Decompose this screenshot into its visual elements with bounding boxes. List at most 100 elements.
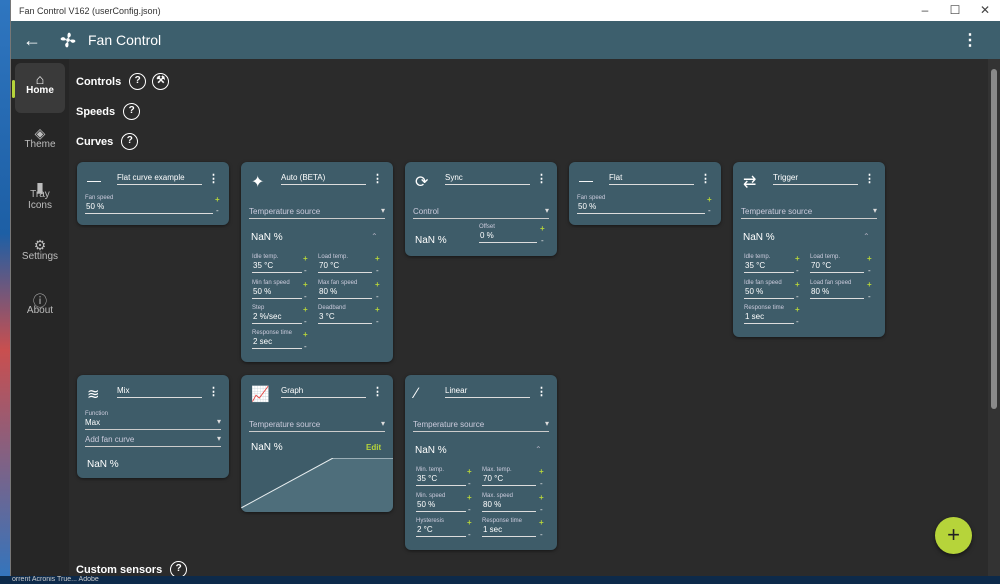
idle-fan-speed-field[interactable]: Idle fan speed 50 % [744,280,794,299]
curve-name-input[interactable]: Graph [281,386,366,398]
step-field[interactable]: Step 2 %/sec [252,305,302,324]
decrement-button[interactable]: - [216,206,219,215]
card-menu-icon[interactable]: ⋮ [864,172,875,185]
increment-button[interactable]: + [539,493,544,502]
scrollbar[interactable] [988,59,1000,576]
increment-button[interactable]: + [303,305,308,314]
decrement-button[interactable]: - [868,292,871,301]
offset-field[interactable]: Offset 0 % [479,224,537,243]
add-fan-curve-select[interactable]: Add fan curve [85,434,221,447]
decrement-button[interactable]: - [868,266,871,275]
load-temp-field[interactable]: Load temp. 70 °C [318,254,372,273]
idle-temp-field[interactable]: Idle temp. 35 °C [744,254,794,273]
increment-button[interactable]: + [467,518,472,527]
curve-name-input[interactable]: Flat [609,173,694,185]
increment-button[interactable]: + [795,254,800,263]
curve-name-input[interactable]: Flat curve example [117,173,202,185]
temperature-source-select[interactable]: Temperature source [741,206,877,219]
sidebar-item-tray-icons[interactable]: ▮ Tray Icons [15,171,65,225]
increment-button[interactable]: + [539,518,544,527]
increment-button[interactable]: + [707,195,712,204]
chevron-up-icon[interactable]: ⌃ [863,232,870,241]
increment-button[interactable]: + [467,493,472,502]
increment-button[interactable]: + [795,305,800,314]
card-menu-icon[interactable]: ⋮ [372,385,383,398]
sidebar-item-theme[interactable]: ◈ Theme [15,117,65,167]
increment-button[interactable]: + [540,224,545,233]
decrement-button[interactable]: - [376,266,379,275]
decrement-button[interactable]: - [540,479,543,488]
increment-button[interactable]: + [375,280,380,289]
decrement-button[interactable]: - [796,292,799,301]
increment-button[interactable]: + [375,305,380,314]
card-menu-icon[interactable]: ⋮ [208,385,219,398]
max-speed-field[interactable]: Max. speed 80 % [482,493,536,512]
sidebar-item-about[interactable]: ⓘ About [15,283,65,333]
decrement-button[interactable]: - [541,236,544,245]
temperature-source-select[interactable]: Temperature source [249,419,385,432]
more-menu-icon[interactable]: ⋮ [962,30,978,50]
back-arrow-icon[interactable]: ← [23,30,45,51]
idle-temp-field[interactable]: Idle temp. 35 °C [252,254,302,273]
curve-name-input[interactable]: Mix [117,386,202,398]
curve-name-input[interactable]: Auto (BETA) [281,173,366,185]
card-menu-icon[interactable]: ⋮ [372,172,383,185]
curve-name-input[interactable]: Linear [445,386,530,398]
help-icon[interactable]: ? [129,73,147,90]
close-button[interactable]: ✕ [970,0,1000,21]
help-icon[interactable]: ? [121,133,139,150]
decrement-button[interactable]: - [304,342,307,351]
min-temp-field[interactable]: Min. temp. 35 °C [416,467,466,486]
temperature-source-select[interactable]: Temperature source [249,206,385,219]
add-button[interactable]: + [935,517,972,554]
increment-button[interactable]: + [303,280,308,289]
decrement-button[interactable]: - [796,266,799,275]
edit-graph-button[interactable]: Edit [366,443,381,452]
decrement-button[interactable]: - [304,292,307,301]
decrement-button[interactable]: - [796,317,799,326]
increment-button[interactable]: + [303,254,308,263]
min-speed-field[interactable]: Min. speed 50 % [416,493,466,512]
hysteresis-field[interactable]: Hysteresis 2 °C [416,518,466,537]
decrement-button[interactable]: - [540,505,543,514]
max-temp-field[interactable]: Max. temp. 70 °C [482,467,536,486]
decrement-button[interactable]: - [376,317,379,326]
increment-button[interactable]: + [867,280,872,289]
load-fan-speed-field[interactable]: Load fan speed 80 % [810,280,864,299]
max-fan-speed-field[interactable]: Max fan speed 80 % [318,280,372,299]
increment-button[interactable]: + [215,195,220,204]
decrement-button[interactable]: - [540,530,543,539]
fan-speed-field[interactable]: Fan speed 50 % [85,195,213,214]
temperature-source-select[interactable]: Temperature source [413,419,549,432]
control-select[interactable]: Control [413,206,549,219]
response-time-field[interactable]: Response time 1 sec [482,518,536,537]
increment-button[interactable]: + [467,467,472,476]
response-time-field[interactable]: Response time 2 sec [252,330,302,349]
response-time-field[interactable]: Response time 1 sec [744,305,794,324]
chevron-up-icon[interactable]: ⌃ [371,232,378,241]
card-menu-icon[interactable]: ⋮ [536,172,547,185]
load-temp-field[interactable]: Load temp. 70 °C [810,254,864,273]
decrement-button[interactable]: - [468,505,471,514]
decrement-button[interactable]: - [304,266,307,275]
fan-speed-field[interactable]: Fan speed 50 % [577,195,705,214]
sidebar-item-home[interactable]: ⌂ Home [12,63,65,113]
scrollbar-thumb[interactable] [991,69,997,409]
decrement-button[interactable]: - [304,317,307,326]
increment-button[interactable]: + [539,467,544,476]
card-menu-icon[interactable]: ⋮ [208,172,219,185]
function-select[interactable]: Max [85,417,221,430]
sidebar-item-settings[interactable]: ⚙ Settings [15,229,65,279]
deadband-field[interactable]: Deadband 3 °C [318,305,372,324]
decrement-button[interactable]: - [376,292,379,301]
increment-button[interactable]: + [867,254,872,263]
help-icon[interactable]: ? [123,103,141,120]
curve-name-input[interactable]: Trigger [773,173,858,185]
increment-button[interactable]: + [375,254,380,263]
chevron-up-icon[interactable]: ⌃ [535,445,542,454]
curve-name-input[interactable]: Sync [445,173,530,185]
card-menu-icon[interactable]: ⋮ [536,385,547,398]
min-fan-speed-field[interactable]: Min fan speed 50 % [252,280,302,299]
maximize-button[interactable]: ☐ [940,0,970,21]
decrement-button[interactable]: - [468,479,471,488]
